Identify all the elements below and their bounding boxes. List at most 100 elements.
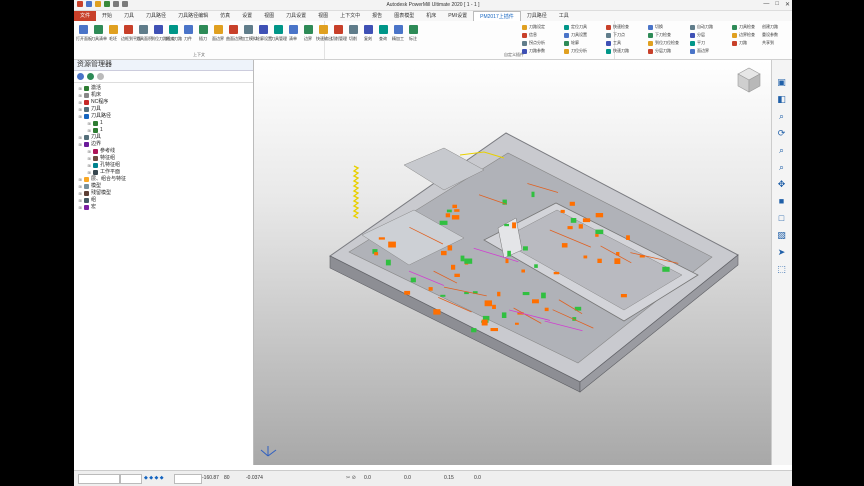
ribbon-small-button-15[interactable]: 分层刀路: [648, 48, 671, 54]
ribbon-button-15[interactable]: 边界: [301, 25, 315, 42]
ribbon-button-13[interactable]: 刀具管理: [271, 25, 287, 42]
ribbon-small-button-16[interactable]: 自动刀路: [690, 24, 713, 30]
ribbon-small-button-1[interactable]: 信息: [522, 32, 537, 38]
link-reset-params[interactable]: 重设参数: [762, 32, 778, 38]
ribbon-small-button-17[interactable]: 分层: [690, 32, 705, 38]
tree-node[interactable]: ⊞ 特征组: [74, 155, 253, 162]
ribbon-button-21[interactable]: 精加工: [391, 25, 405, 42]
ribbon-small-button-2[interactable]: 拐点分析: [522, 40, 545, 46]
view-front-icon[interactable]: ▣: [775, 76, 788, 89]
tab-7[interactable]: 视图: [258, 11, 280, 21]
tab-15[interactable]: PM2017上插件: [473, 11, 521, 21]
expand-icon[interactable]: ⊞: [78, 183, 82, 190]
ribbon-button-22[interactable]: 标注: [406, 25, 420, 42]
tree-node[interactable]: ⊞ 层、组合与特征: [74, 176, 253, 183]
link-create-path[interactable]: 创建刀路: [762, 24, 778, 30]
ribbon-button-17[interactable]: 切削管理: [331, 25, 347, 42]
pan-icon[interactable]: ✥: [775, 178, 788, 191]
minimize-button[interactable]: —: [763, 1, 769, 8]
ribbon-small-button-6[interactable]: 轮廓: [564, 40, 579, 46]
tree-node[interactable]: ⊞ 边界: [74, 141, 253, 148]
ribbon-button-6[interactable]: 插入刀路: [166, 25, 182, 42]
ribbon-button-7[interactable]: 刀件: [181, 25, 195, 42]
expand-icon[interactable]: ⊞: [78, 141, 82, 148]
ribbon-button-11[interactable]: 加工模拟: [241, 25, 257, 42]
ribbon-small-button-14[interactable]: 到位刀位检查: [648, 40, 679, 46]
plain-shade-icon[interactable]: ▧: [775, 229, 788, 242]
ribbon-button-0[interactable]: 打开面板: [76, 25, 92, 42]
expand-icon[interactable]: ⊞: [78, 204, 82, 211]
expand-icon[interactable]: ⊞: [78, 134, 82, 141]
ribbon-button-12[interactable]: 轮廓设置: [256, 25, 272, 42]
workplane-selector-2[interactable]: [120, 474, 142, 484]
ribbon-button-18[interactable]: 切削: [346, 25, 360, 42]
maximize-button[interactable]: □: [775, 1, 779, 8]
ribbon-button-20[interactable]: 查询: [376, 25, 390, 42]
tree-node[interactable]: ⊞ 参考线: [74, 148, 253, 155]
ribbon-small-button-11[interactable]: 快速刀路: [606, 48, 629, 54]
tab-16[interactable]: 刀具路径: [521, 11, 553, 21]
expand-icon[interactable]: ⊞: [78, 197, 82, 204]
expand-icon[interactable]: ⊞: [78, 85, 82, 92]
expand-icon[interactable]: ⊞: [87, 148, 91, 155]
zoom-fit-icon[interactable]: ⌕: [775, 144, 788, 157]
expand-icon[interactable]: ⊞: [78, 190, 82, 197]
ribbon-button-16[interactable]: 快速输出: [316, 25, 332, 42]
tree-node[interactable]: ⊞ 残留模型: [74, 190, 253, 197]
close-button[interactable]: ✕: [785, 1, 790, 8]
snap-icon[interactable]: ◆ ◆ ◆ ◆: [144, 475, 164, 481]
ribbon-button-14[interactable]: 清单: [286, 25, 300, 42]
tab-4[interactable]: 刀具路径编辑: [172, 11, 214, 21]
tree-node[interactable]: ⊞ 刀具路径: [74, 113, 253, 120]
tab-17[interactable]: 工具: [553, 11, 575, 21]
rotate-icon[interactable]: ⟳: [775, 127, 788, 140]
tree-node[interactable]: ⊞ 机床: [74, 92, 253, 99]
coordinate-mode-box[interactable]: [174, 474, 202, 484]
tab-13[interactable]: 机床: [420, 11, 442, 21]
tree-node[interactable]: ⊞ 组: [74, 197, 253, 204]
tree-node[interactable]: ⊞ NC程序: [74, 99, 253, 106]
tab-11[interactable]: 报告: [366, 11, 388, 21]
tree-node[interactable]: ⊞ 激活: [74, 85, 253, 92]
expand-icon[interactable]: ⊞: [87, 127, 91, 134]
expand-icon[interactable]: ⊞: [87, 162, 91, 169]
tab-0[interactable]: 文件: [74, 11, 97, 21]
ribbon-small-button-21[interactable]: 边界检查: [732, 32, 755, 38]
tree-node[interactable]: ⊞ 刀具: [74, 134, 253, 141]
tab-1[interactable]: 开始: [96, 11, 118, 21]
ribbon-small-button-9[interactable]: 下刀点: [606, 32, 625, 38]
ribbon-small-button-0[interactable]: 刀路设定: [522, 24, 545, 30]
ribbon-button-8[interactable]: 插刀: [196, 25, 210, 42]
tree-node[interactable]: ⊞ 刀具: [74, 106, 253, 113]
filter-icon[interactable]: [77, 73, 84, 80]
tab-6[interactable]: 设置: [236, 11, 258, 21]
expand-icon[interactable]: ⊞: [87, 155, 91, 162]
expand-icon[interactable]: ⊞: [87, 120, 91, 127]
tree-node[interactable]: ⊞ 孔特征组: [74, 162, 253, 169]
ribbon-button-9[interactable]: 面边界: [211, 25, 225, 42]
ribbon-small-button-7[interactable]: 刀位分析: [564, 48, 587, 54]
ribbon-button-1[interactable]: 刀具清单: [91, 25, 107, 42]
tab-8[interactable]: 刀具设置: [280, 11, 312, 21]
ribbon-button-19[interactable]: 复刻: [361, 25, 375, 42]
ribbon-button-2[interactable]: 毛坯: [106, 25, 120, 42]
tab-2[interactable]: 刀具: [118, 11, 140, 21]
ribbon-small-button-13[interactable]: 下刀检查: [648, 32, 671, 38]
tree-node[interactable]: ⊞ 工作平面: [74, 169, 253, 176]
ribbon-small-button-8[interactable]: 快速检查: [606, 24, 629, 30]
expand-icon[interactable]: ⊞: [78, 106, 82, 113]
expand-icon[interactable]: ⊞: [78, 113, 82, 120]
expand-icon[interactable]: ⊞: [78, 176, 82, 183]
zoom-icon[interactable]: ⌕: [775, 110, 788, 123]
ribbon-button-3[interactable]: 边框到平面: [121, 25, 141, 42]
ribbon-small-button-12[interactable]: 切换: [648, 24, 663, 30]
tab-5[interactable]: 仿真: [214, 11, 236, 21]
view-cube-icon[interactable]: [737, 67, 761, 93]
tab-12[interactable]: 图表模型: [388, 11, 420, 21]
ribbon-button-5[interactable]: 到位刀路检查: [151, 25, 175, 42]
expand-icon[interactable]: ⊞: [78, 92, 82, 99]
ribbon-small-button-19[interactable]: 面边界: [690, 48, 709, 54]
tree-node[interactable]: ⊞ 模型: [74, 183, 253, 190]
tree-node[interactable]: ⊞ 1: [74, 127, 253, 134]
select-window-icon[interactable]: ⬚: [775, 263, 788, 276]
